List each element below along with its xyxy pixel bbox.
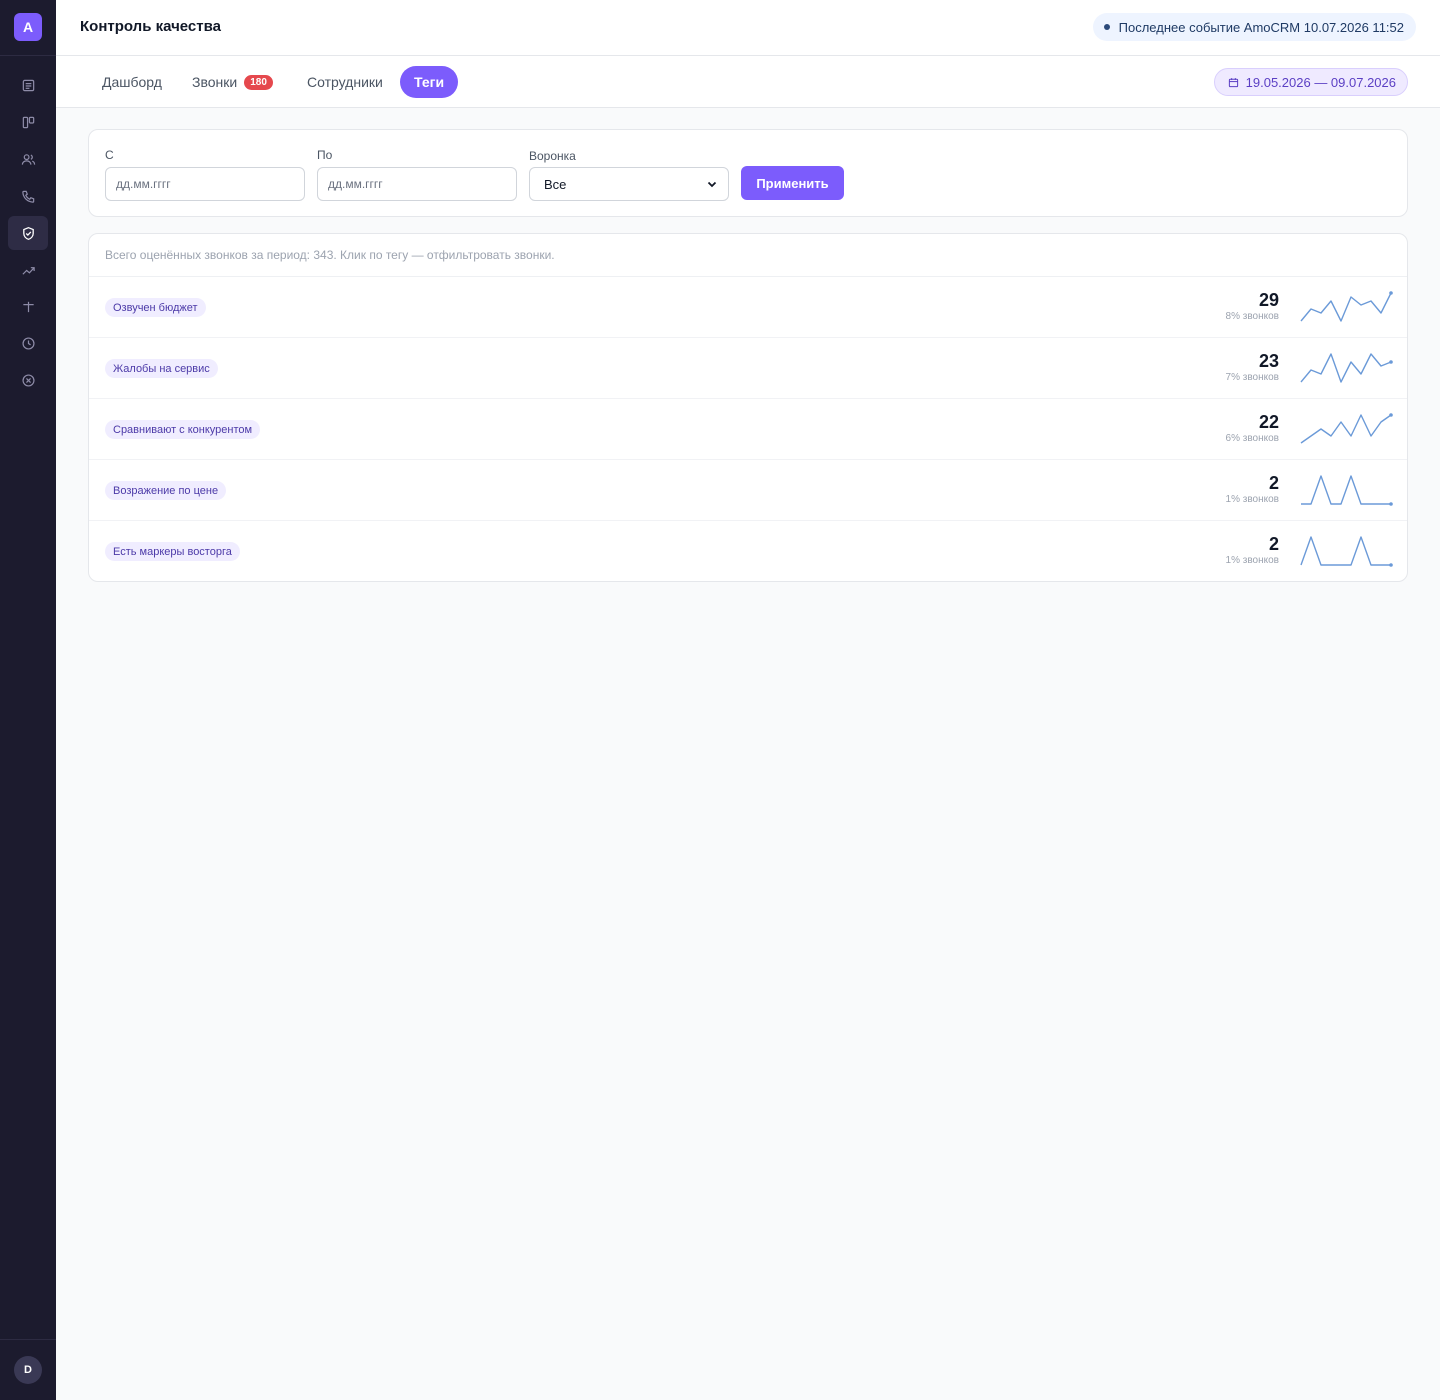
- chevron-down-icon: [707, 181, 717, 188]
- tag-count: 2: [1268, 473, 1279, 493]
- sparkline-path: [1300, 353, 1392, 383]
- calendar-icon: [1228, 77, 1238, 87]
- tags-summary: Всего оценённых звонков за период: 343. …: [105, 248, 555, 262]
- sidebar-item-kanban[interactable]: [8, 105, 48, 139]
- tag-chip[interactable]: Возражение по цене: [105, 481, 227, 500]
- sparkline-path: [1300, 414, 1392, 444]
- filter-panel: С дд.мм.гггг По дд.мм.гггг Воронка Все П…: [88, 129, 1408, 217]
- tag-row[interactable]: Жалобы на сервис 23 7% звонков: [89, 338, 1407, 399]
- tag-percent: 6% звонков: [1225, 433, 1279, 444]
- sidebar: A D: [0, 0, 56, 1400]
- sidebar-item-documents[interactable]: [8, 68, 48, 102]
- tags-panel: Всего оценённых звонков за период: 343. …: [88, 233, 1408, 582]
- tag-row[interactable]: Сравнивают с конкурентом 22 6% звонков: [89, 399, 1407, 460]
- tab-dashboard[interactable]: Дашборд: [88, 66, 176, 98]
- sidebar-item-quality[interactable]: [8, 216, 48, 250]
- tag-row[interactable]: Озвучен бюджет 29 8% звонков: [89, 277, 1407, 338]
- from-date-placeholder: дд.мм.гггг: [116, 177, 171, 191]
- tag-chip[interactable]: Есть маркеры восторга: [105, 542, 240, 561]
- to-date-placeholder: дд.мм.гггг: [328, 177, 383, 191]
- from-label: С: [105, 148, 114, 162]
- sidebar-divider: [0, 55, 56, 56]
- sidebar-item-calls[interactable]: [8, 179, 48, 213]
- clock-icon: [21, 336, 35, 350]
- tag-sparkline: [1300, 536, 1393, 567]
- kanban-icon: [22, 116, 34, 128]
- page-title: Контроль качества: [80, 18, 221, 35]
- phone-icon: [21, 190, 34, 203]
- to-label: По: [317, 148, 333, 162]
- tag-percent: 1% звонков: [1225, 494, 1279, 505]
- tag-chip[interactable]: Жалобы на сервис: [105, 359, 218, 378]
- sparkline-end-point: [1389, 291, 1393, 295]
- tab-label: Дашборд: [102, 74, 162, 90]
- last-event-text: Последнее событие AmoCRM 10.07.2026 11:5…: [1118, 19, 1404, 35]
- sparkline-end-point: [1389, 563, 1393, 567]
- tag-chip[interactable]: Сравнивают с конкурентом: [105, 420, 261, 439]
- tag-row[interactable]: Есть маркеры восторга 2 1% звонков: [89, 521, 1407, 582]
- sidebar-item-users[interactable]: [8, 142, 48, 176]
- users-icon: [21, 153, 35, 165]
- sparkline-path: [1301, 475, 1391, 505]
- tag-count: 2: [1268, 534, 1279, 554]
- tab-calls[interactable]: Звонки 180: [178, 66, 287, 98]
- sparkline-path: [1300, 292, 1392, 322]
- sparkline-path: [1300, 536, 1391, 566]
- funnel-selected-value: Все: [544, 176, 567, 192]
- top-header: Контроль качества Последнее событие AmoC…: [56, 0, 1440, 56]
- tag-sparkline: [1301, 475, 1393, 506]
- trending-up-icon: [21, 266, 35, 275]
- sidebar-item-rejected[interactable]: [8, 363, 48, 397]
- calls-count-badge: 180: [244, 74, 273, 90]
- tabs-bar: Дашборд Звонки 180 Сотрудники Теги 19.05…: [56, 56, 1440, 108]
- app-logo[interactable]: A: [14, 13, 42, 41]
- tag-count: 23: [1258, 351, 1279, 371]
- sparkline-end-point: [1389, 360, 1393, 364]
- close-circle-icon: [21, 373, 35, 387]
- tag-count: 22: [1258, 412, 1279, 432]
- tab-employees[interactable]: Сотрудники: [293, 66, 397, 98]
- tag-sparkline: [1300, 291, 1393, 322]
- tag-percent: 7% звонков: [1225, 372, 1279, 383]
- tag-sparkline: [1300, 353, 1393, 383]
- tag-row[interactable]: Возражение по цене 2 1% звонков: [89, 460, 1407, 521]
- tag-sparkline: [1300, 413, 1393, 444]
- user-avatar[interactable]: D: [14, 1356, 42, 1384]
- tab-label: Теги: [414, 74, 445, 90]
- date-range-button[interactable]: 19.05.2026 — 09.07.2026: [1213, 68, 1408, 96]
- tab-tags[interactable]: Теги: [400, 66, 459, 98]
- sparkline-end-point: [1389, 413, 1393, 417]
- funnel-label: Воронка: [529, 149, 576, 163]
- tag-percent: 1% звонков: [1225, 555, 1279, 566]
- document-icon: [22, 79, 34, 91]
- sidebar-item-add[interactable]: [8, 289, 48, 323]
- plus-icon: [22, 301, 34, 312]
- sidebar-bottom-divider: [0, 1339, 56, 1340]
- tag-count: 29: [1258, 290, 1279, 310]
- tab-label: Звонки: [192, 74, 238, 90]
- from-date-input[interactable]: дд.мм.гггг: [105, 167, 305, 201]
- tag-percent: 8% звонков: [1225, 311, 1279, 322]
- status-dot-icon: [1103, 24, 1110, 30]
- funnel-select[interactable]: Все: [529, 167, 729, 201]
- date-range-text: 19.05.2026 — 09.07.2026: [1245, 74, 1396, 90]
- to-date-input[interactable]: дд.мм.гггг: [317, 167, 517, 201]
- sidebar-item-history[interactable]: [8, 326, 48, 360]
- sparkline-end-point: [1389, 502, 1393, 506]
- apply-button[interactable]: Применить: [741, 166, 844, 200]
- last-event-status: Последнее событие AmoCRM 10.07.2026 11:5…: [1092, 13, 1416, 41]
- tab-label: Сотрудники: [307, 74, 383, 90]
- tag-chip[interactable]: Озвучен бюджет: [105, 298, 206, 317]
- sidebar-item-analytics[interactable]: [8, 253, 48, 287]
- shield-check-icon: [22, 226, 34, 240]
